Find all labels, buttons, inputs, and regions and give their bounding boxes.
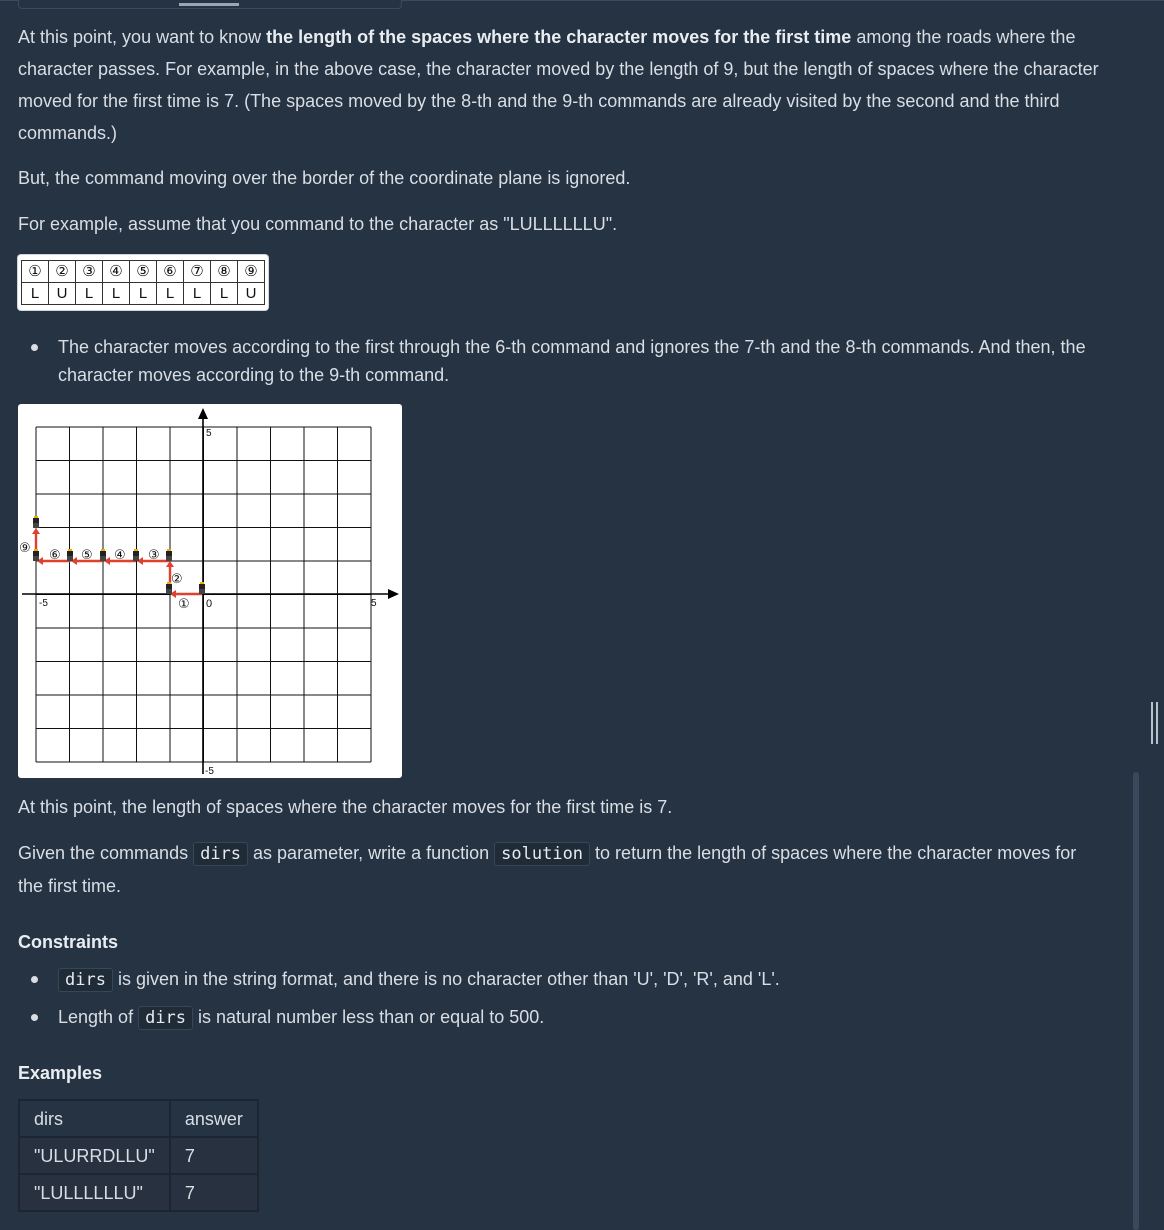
step-label-5: ⑤: [81, 548, 93, 563]
character-icon: [166, 549, 172, 561]
command-letter: L: [102, 282, 130, 305]
coordinate-plane-svg: 5 -5 -5 5 0 ① ② ③ ④ ⑤ ⑥ ⑨: [19, 408, 399, 777]
command-number: ⑥: [156, 260, 184, 283]
paragraph-example-intro: For example, assume that you command to …: [18, 214, 618, 234]
path-arrowheads: [32, 528, 176, 598]
step-label-3: ③: [148, 548, 160, 563]
x-axis-arrow-icon: [388, 589, 399, 599]
text: Length of: [58, 1007, 139, 1027]
text: At this point, you want to know: [18, 27, 267, 47]
command-number-row: ① ② ③ ④ ⑤ ⑥ ⑦ ⑧ ⑨: [21, 260, 265, 283]
command-letter: L: [183, 282, 211, 305]
paragraph-border-rule: But, the command moving over the border …: [18, 168, 631, 188]
tick-label-origin: 0: [206, 598, 212, 610]
command-number: ①: [21, 260, 49, 283]
step-label-2: ②: [171, 572, 183, 587]
command-letter: U: [237, 282, 265, 305]
example-explanation-list: The character moves according to the fir…: [18, 333, 1098, 389]
command-letter: L: [210, 282, 238, 305]
text: is given in the string format, and there…: [112, 969, 780, 989]
text: Given the commands: [18, 843, 194, 863]
text: is natural number less than or equal to …: [193, 1007, 545, 1027]
previous-figure-edge: [18, 0, 402, 9]
list-item: Length of dirs is natural number less th…: [18, 1003, 1098, 1032]
list-item: dirs is given in the string format, and …: [18, 965, 1098, 994]
command-number: ②: [48, 260, 76, 283]
resize-grip-line: [1151, 702, 1153, 744]
tick-label-y-bottom: -5: [205, 766, 214, 777]
character-icon: [133, 549, 139, 561]
tick-label-x-left: -5: [39, 598, 48, 609]
table-row: "ULURRDLLU" 7: [18, 1136, 259, 1175]
tick-label-x-right: 5: [371, 598, 377, 609]
inline-code-solution: solution: [494, 842, 591, 866]
character-icon: [33, 516, 39, 528]
table-cell: "ULURRDLLU": [18, 1136, 171, 1175]
command-letter-row: L U L L L L L L U: [21, 282, 265, 305]
paragraph-result: At this point, the length of spaces wher…: [18, 797, 673, 817]
character-icon: [67, 549, 73, 561]
table-cell: "LULLLLLLU": [18, 1173, 171, 1212]
arrow-up-icon: [32, 528, 40, 534]
command-table-image: ① ② ③ ④ ⑤ ⑥ ⑦ ⑧ ⑨ L U L L L L L L U: [18, 255, 268, 310]
constraints-list: dirs is given in the string format, and …: [18, 965, 1098, 1041]
step-label-9: ⑨: [19, 541, 31, 556]
command-letter: U: [48, 282, 76, 305]
examples-table: dirs answer "ULURRDLLU" 7 "LULLLLLLU" 7: [18, 1099, 259, 1212]
command-number: ③: [75, 260, 103, 283]
command-number: ⑧: [210, 260, 238, 283]
table-row: "LULLLLLLU" 7: [18, 1173, 259, 1212]
text: as parameter, write a function: [248, 843, 495, 863]
pane-resize-handle[interactable]: [1150, 702, 1160, 744]
inline-code-dirs: dirs: [193, 842, 249, 866]
y-axis-arrow-icon: [198, 408, 208, 419]
command-number: ⑤: [129, 260, 157, 283]
command-letter: L: [156, 282, 184, 305]
command-number: ④: [102, 260, 130, 283]
command-letter: L: [21, 282, 49, 305]
tick-label-y-top: 5: [206, 428, 212, 439]
examples-heading: Examples: [18, 1063, 103, 1083]
paragraph-first-time-length: At this point, you want to know the leng…: [18, 21, 1114, 149]
command-number: ⑨: [237, 260, 265, 283]
step-label-4: ④: [114, 548, 126, 563]
step-label-6: ⑥: [49, 548, 61, 563]
list-item: The character moves according to the fir…: [18, 333, 1098, 389]
command-letter: L: [129, 282, 157, 305]
character-icon: [33, 549, 39, 561]
command-number: ⑦: [183, 260, 211, 283]
column-header-answer: answer: [168, 1099, 259, 1138]
scrollbar[interactable]: [1133, 772, 1139, 1230]
inline-code-dirs: dirs: [138, 1006, 194, 1030]
paragraph-task: Given the commands dirs as parameter, wr…: [18, 837, 1078, 902]
character-icon: [100, 549, 106, 561]
table-cell: 7: [168, 1173, 259, 1212]
column-header-dirs: dirs: [18, 1099, 171, 1138]
constraints-heading: Constraints: [18, 932, 119, 952]
table-header-row: dirs answer: [18, 1099, 259, 1138]
coordinate-plane-figure: 5 -5 -5 5 0 ① ② ③ ④ ⑤ ⑥ ⑨: [18, 404, 402, 778]
character-icon: [199, 582, 205, 594]
step-label-1: ①: [178, 597, 190, 612]
command-letter: L: [75, 282, 103, 305]
resize-grip-line: [1156, 702, 1158, 744]
bold-text: the length of the spaces where the chara…: [266, 27, 852, 47]
inline-code-dirs: dirs: [58, 968, 113, 992]
table-cell: 7: [168, 1136, 259, 1175]
